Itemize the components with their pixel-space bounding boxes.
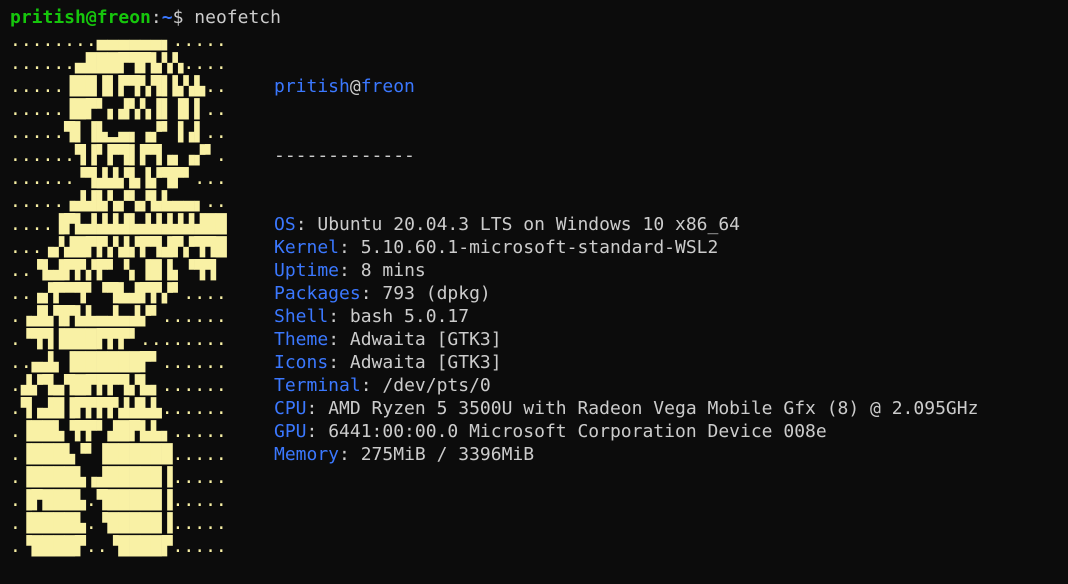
command-prompt-line: pritish@freon:~$ neofetch xyxy=(10,6,1058,29)
info-key-separator: : xyxy=(328,352,350,373)
info-value: Adwaita [GTK3] xyxy=(349,352,502,373)
info-at: @ xyxy=(349,76,361,97)
info-key: Theme xyxy=(274,329,329,350)
info-row-kernel: Kernel: 5.10.60.1-microsoft-standard-WSL… xyxy=(274,236,978,259)
info-value: /dev/pts/0 xyxy=(382,375,491,396)
info-row-os: OS: Ubuntu 20.04.3 LTS on Windows 10 x86… xyxy=(274,213,978,236)
ascii-logo-row: .▟▞▜▄▜█▛▛▛▜▞▙▖...... xyxy=(10,375,227,396)
info-row-gpu: GPU: 6441:00:00.0 Microsoft Corporation … xyxy=(274,420,978,443)
info-key-separator: : xyxy=(339,260,361,281)
info-row-memory: Memory: 275MiB / 3396MiB xyxy=(274,443,978,466)
info-key: Packages xyxy=(274,283,361,304)
info-key: Uptime xyxy=(274,260,340,281)
info-value: 6441:00:00.0 Microsoft Corporation Devic… xyxy=(328,421,827,442)
info-value: Ubuntu 20.04.3 LTS on Windows 10 x86_64 xyxy=(317,214,741,235)
info-rows: OS: Ubuntu 20.04.3 LTS on Windows 10 x86… xyxy=(274,213,978,466)
ascii-logo-row: .▐███▙▝▘▐██████..... xyxy=(10,444,227,465)
terminal-window[interactable]: pritish@freon:~$ neofetch ........▄▄▄▄▄▄… xyxy=(0,0,1068,584)
info-key-separator: : xyxy=(360,283,383,304)
info-key-separator: : xyxy=(339,237,361,258)
ascii-logo-row: ......▄███▛▜▛▙▚▚.... xyxy=(10,53,227,74)
info-key: Terminal xyxy=(274,375,361,396)
typed-command: neofetch xyxy=(194,7,281,28)
ascii-logo-row: .....▗▟▟▙▚▞▚▞▙▙▄▄▖.. xyxy=(10,191,227,212)
info-row-theme: Theme: Adwaita [GTK3] xyxy=(274,328,978,351)
info-host: freon xyxy=(360,76,415,97)
system-info-panel: pritish@freon ------------- OS: Ubuntu 2… xyxy=(274,29,978,512)
ascii-logo-row: ........▄▄▄▄▄▄▖..... xyxy=(10,30,227,51)
ascii-logo-row: .....▐█▛▘▖▟▚▚▐▌▐▌▌.. xyxy=(10,99,227,120)
prompt-user-host: pritish@freon xyxy=(10,7,151,28)
info-key: Kernel xyxy=(274,237,340,258)
info-key-separator: : xyxy=(339,444,361,465)
ascii-logo-row: ......▝▜▟▟▞▙▐▞▜▛▘... xyxy=(10,168,227,189)
ascii-logo-row: .▗▟▙▜▛▙▙▄▟▄▟▞▘...... xyxy=(10,306,227,327)
info-row-terminal: Terminal: /dev/pts/0 xyxy=(274,374,978,397)
info-key: Memory xyxy=(274,444,340,465)
info-key: Icons xyxy=(274,352,329,373)
info-key: GPU xyxy=(274,421,307,442)
ascii-logo-row: .....▐██▐▌▛▜▚▜▌▙▚▙.. xyxy=(10,76,227,97)
ascii-logo-row: ..▗▞▛▀▜▘▝▜▙▟▛▛▞▘.... xyxy=(10,283,227,304)
ascii-logo-row: ..▄▟▖▐██████▛▘...... xyxy=(10,352,227,373)
ubuntu-ascii-logo: ........▄▄▄▄▄▄▖..... ......▄███▛▜▛▙▚▚....… xyxy=(10,29,227,558)
info-value: 5.10.60.1-microsoft-standard-WSL2 xyxy=(360,237,719,258)
prompt-colon: : xyxy=(150,7,162,28)
info-value: bash 5.0.17 xyxy=(349,306,470,327)
ascii-logo-row: ....▐▛▙▟▟▟▟▙▟▟▟▟▟▟██ xyxy=(10,214,227,235)
ascii-logo-row: .▐██▙▝▛▛▘▟█▛▙▙▖..... xyxy=(10,421,227,442)
info-key-separator: : xyxy=(306,421,329,442)
info-key-separator: : xyxy=(328,329,350,350)
info-value: 793 (dpkg) xyxy=(382,283,491,304)
info-key-separator: : xyxy=(360,375,383,396)
ascii-logo-row: ......▜▐▘▛▜▌▛▜▗▖▗▞▘. xyxy=(10,145,227,166)
ascii-logo-row: ...▗▞▟█▛▛▞▟▞▛▜▟▛▞▜▜█ xyxy=(10,237,227,258)
info-value: Adwaita [GTK3] xyxy=(349,329,502,350)
prompt-symbol: $ xyxy=(172,7,184,28)
info-value: AMD Ryzen 5 3500U with Radeon Vega Mobil… xyxy=(328,398,979,419)
ascii-logo-row: .▝████▛..▝████▛..... xyxy=(10,536,227,557)
ascii-logo-row: .▝▜▜▐███▛▛▛▘........ xyxy=(10,329,227,350)
ascii-logo-row: .▐████▙▗▟█████▐..... xyxy=(10,467,227,488)
info-key: OS xyxy=(274,214,296,235)
info-row-packages: Packages: 793 (dpkg) xyxy=(274,282,978,305)
info-value: 8 mins xyxy=(360,260,426,281)
info-row-shell: Shell: bash 5.0.17 xyxy=(274,305,978,328)
info-key-separator: : xyxy=(306,398,329,419)
info-header: pritish@freon xyxy=(274,75,978,98)
ascii-logo-row: ..▝▙▟▛▛▞▛▘▝▖▐█▐▖▝▜▜ xyxy=(10,260,216,281)
info-key: CPU xyxy=(274,398,307,419)
info-user: pritish xyxy=(274,76,350,97)
info-key-separator: : xyxy=(295,214,318,235)
info-key-separator: : xyxy=(328,306,350,327)
ascii-logo-row: .▐████▙.▝█████▐..... xyxy=(10,513,227,534)
info-row-icons: Icons: Adwaita [GTK3] xyxy=(274,351,978,374)
ascii-logo-row: .▜▗▟█▐▛▛▛▛▟▟▙▙...... xyxy=(10,398,227,419)
info-row-uptime: Uptime: 8 mins xyxy=(274,259,978,282)
info-value: 275MiB / 3396MiB xyxy=(360,444,535,465)
info-key: Shell xyxy=(274,306,329,327)
prompt-path: ~ xyxy=(161,7,173,28)
info-row-cpu: CPU: AMD Ryzen 5 3500U with Radeon Vega … xyxy=(274,397,978,420)
info-separator: ------------- xyxy=(274,145,415,166)
ascii-logo-row: .▐▛███▙.▜█████▐..... xyxy=(10,490,227,511)
ascii-logo-row: .....▜▌▐▙▂▄▖▗▞▘▐▗▌.. xyxy=(10,122,227,143)
